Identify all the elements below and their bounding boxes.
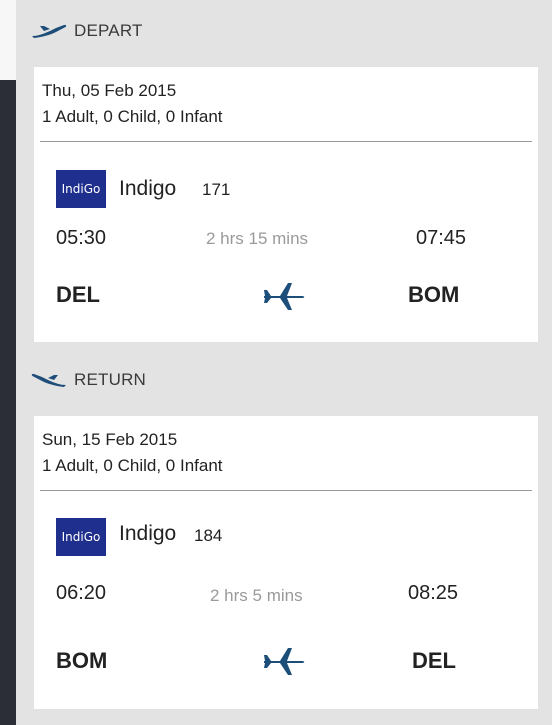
return-duration: 2 hrs 5 mins: [210, 586, 303, 605]
itinerary-panel: DEPART Thu, 05 Feb 2015 1 Adult, 0 Child…: [16, 0, 552, 725]
depart-header: DEPART: [30, 16, 143, 46]
depart-departure-time: 05:30: [56, 227, 107, 249]
return-label: RETURN: [74, 370, 147, 389]
depart-passengers: 1 Adult, 0 Child, 0 Infant: [42, 107, 223, 126]
return-arrival-time: 08:25: [408, 582, 459, 604]
depart-airline: Indigo: [119, 177, 177, 200]
depart-flight-number: 171: [202, 180, 231, 199]
divider: [40, 490, 532, 491]
takeoff-icon: [32, 24, 67, 38]
return-origin-code: BOM: [56, 648, 108, 673]
return-destination-code: DEL: [412, 648, 456, 673]
divider: [40, 141, 532, 142]
depart-duration: 2 hrs 15 mins: [206, 229, 309, 248]
return-card[interactable]: Sun, 15 Feb 2015 1 Adult, 0 Child, 0 Inf…: [34, 416, 538, 709]
return-date: Sun, 15 Feb 2015: [42, 430, 178, 449]
airplane-icon: [264, 648, 305, 675]
return-departure-time: 06:20: [56, 582, 107, 604]
airplane-icon: [264, 283, 305, 310]
indigo-logo: IndiGo: [56, 170, 106, 208]
return-airline: Indigo: [119, 522, 177, 545]
depart-date: Thu, 05 Feb 2015: [42, 81, 177, 100]
return-passengers: 1 Adult, 0 Child, 0 Infant: [42, 456, 223, 475]
background-left: [0, 80, 16, 725]
return-header: RETURN: [30, 365, 146, 395]
return-flight-number: 184: [194, 526, 223, 545]
depart-card[interactable]: Thu, 05 Feb 2015 1 Adult, 0 Child, 0 Inf…: [34, 67, 538, 342]
landing-icon: [31, 373, 66, 387]
depart-origin-code: DEL: [56, 282, 100, 307]
depart-destination-code: BOM: [408, 282, 460, 307]
depart-label: DEPART: [74, 21, 143, 40]
indigo-logo: IndiGo: [56, 518, 106, 556]
depart-arrival-time: 07:45: [416, 227, 467, 249]
